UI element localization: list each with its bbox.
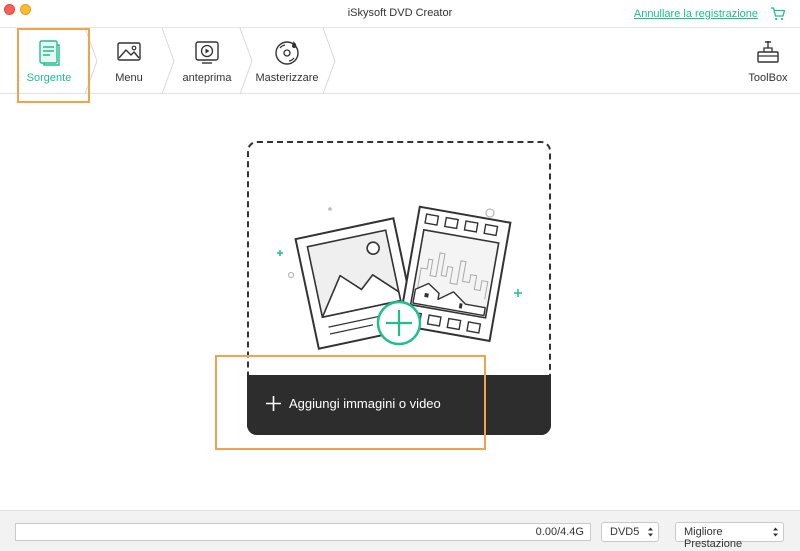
play-icon bbox=[195, 41, 219, 64]
step-label: Menu bbox=[115, 72, 143, 84]
app-window: iSkysoft DVD Creator Annullare la regist… bbox=[0, 0, 800, 551]
toolbox-label: ToolBox bbox=[748, 72, 788, 84]
image-icon bbox=[117, 42, 141, 61]
capacity-text: 0.00/4.4G bbox=[535, 526, 584, 538]
step-label: Masterizzare bbox=[255, 72, 319, 84]
step-label: anteprima bbox=[182, 72, 232, 84]
add-media-button[interactable]: Aggiungi immagini o video bbox=[247, 375, 551, 435]
updown-arrow-icon bbox=[648, 527, 653, 537]
step-separator bbox=[161, 28, 175, 94]
document-icon bbox=[39, 40, 60, 66]
step-label: Sorgente bbox=[26, 72, 72, 84]
plus-icon bbox=[266, 396, 281, 411]
workflow-toolbar: Sorgente Menu anteprima Masterizzare Too… bbox=[0, 28, 800, 94]
disc-burn-icon bbox=[275, 41, 299, 65]
toolbox-button[interactable]: ToolBox bbox=[736, 28, 800, 94]
step-masterizzare[interactable]: Masterizzare bbox=[254, 28, 320, 94]
step-separator bbox=[322, 28, 336, 94]
step-anteprima[interactable]: anteprima bbox=[178, 28, 236, 94]
add-media-label: Aggiungi immagini o video bbox=[289, 396, 441, 411]
disc-type-value: DVD5 bbox=[610, 526, 640, 538]
step-menu[interactable]: Menu bbox=[100, 28, 158, 94]
step-separator bbox=[84, 28, 98, 94]
status-bar: 0.00/4.4G DVD5 Migliore Prestazione bbox=[0, 510, 800, 551]
title-bar: iSkysoft DVD Creator Annullare la regist… bbox=[0, 0, 800, 28]
media-drop-zone[interactable]: Aggiungi immagini o video bbox=[247, 141, 551, 435]
disc-capacity-bar: 0.00/4.4G bbox=[15, 523, 591, 541]
step-sorgente[interactable]: Sorgente bbox=[18, 28, 80, 94]
quality-select[interactable]: Migliore Prestazione bbox=[675, 522, 784, 550]
updown-arrow-icon bbox=[773, 527, 778, 537]
cart-icon[interactable] bbox=[770, 7, 786, 21]
quality-value: Migliore Prestazione bbox=[684, 526, 743, 550]
toolbox-icon bbox=[757, 41, 779, 63]
step-separator bbox=[239, 28, 253, 94]
disc-type-select[interactable]: DVD5 bbox=[601, 522, 659, 542]
media-illustration bbox=[277, 205, 522, 350]
cancel-registration-link[interactable]: Annullare la registrazione bbox=[634, 8, 758, 20]
